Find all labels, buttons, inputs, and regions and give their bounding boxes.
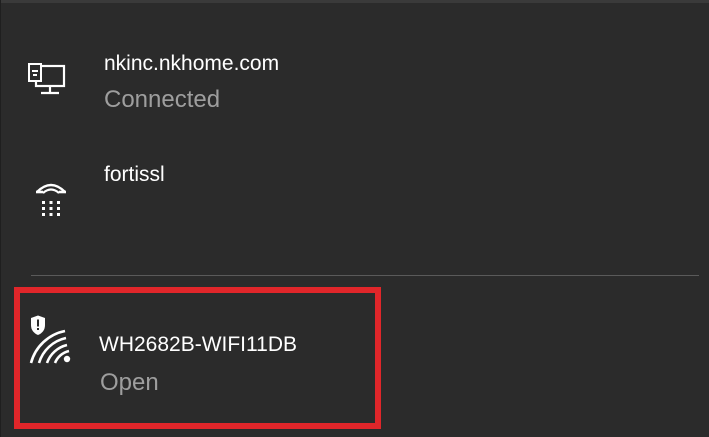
dialup-phone-icon (36, 183, 66, 216)
network-item-fortissl[interactable]: fortissl (11, 150, 709, 250)
panel-top-edge (1, 0, 709, 3)
network-flyout-panel: nkinc.nkhome.com Connected fortissl WH26… (0, 0, 709, 437)
network-name: nkinc.nkhome.com (104, 52, 280, 75)
network-status: Open (100, 369, 159, 396)
network-name: fortissl (104, 163, 165, 186)
network-name: WH2682B-WIFI11DB (99, 333, 297, 356)
wifi-unsecured-shield-icon (29, 315, 71, 364)
network-item-nkinc[interactable]: nkinc.nkhome.com Connected (11, 40, 709, 130)
section-divider (31, 275, 699, 276)
ethernet-computer-icon (28, 63, 66, 95)
network-status: Connected (104, 86, 221, 113)
network-item-wh2682b[interactable]: WH2682B-WIFI11DB Open (11, 293, 709, 423)
